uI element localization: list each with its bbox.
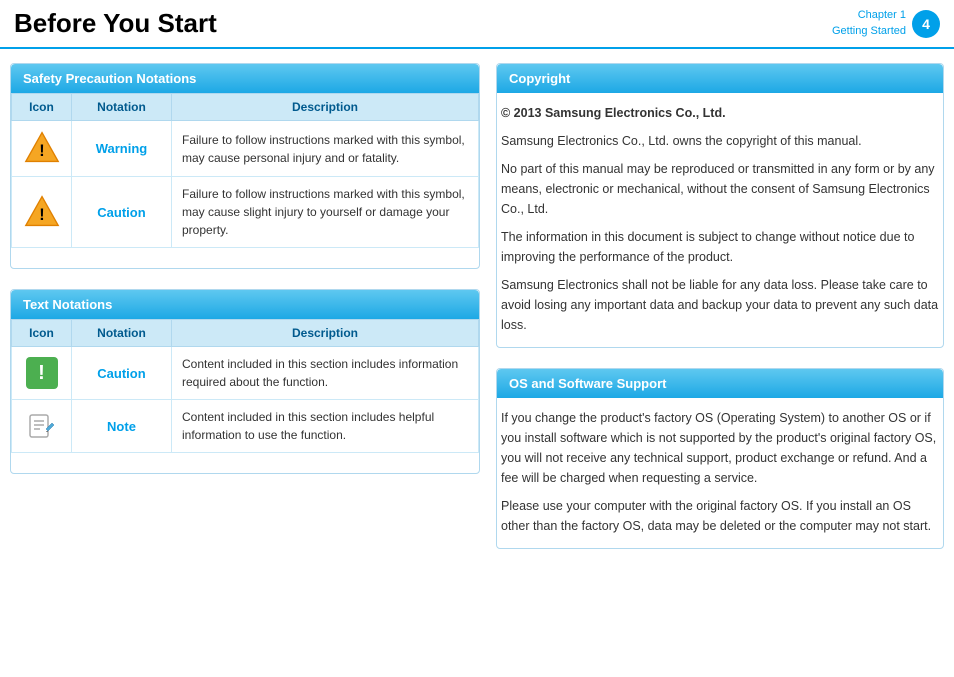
copyright-p3: The information in this document is subj… bbox=[501, 227, 939, 267]
text-section-body: Icon Notation Description ! Caution Cont… bbox=[11, 319, 479, 453]
safety-col-description: Description bbox=[172, 94, 479, 121]
svg-text:!: ! bbox=[39, 206, 44, 224]
caution-text-description: Content included in this section include… bbox=[172, 347, 479, 400]
safety-col-icon: Icon bbox=[12, 94, 72, 121]
safety-table: Icon Notation Description ! bbox=[11, 93, 479, 248]
chapter-info: Chapter 1 Getting Started bbox=[832, 8, 906, 39]
table-row: Note Content included in this section in… bbox=[12, 400, 479, 453]
caution-icon-cell: ! bbox=[12, 177, 72, 248]
note-pencil-icon bbox=[26, 409, 58, 441]
table-row: ! Caution Content included in this secti… bbox=[12, 347, 479, 400]
page-header: Before You Start Chapter 1 Getting Start… bbox=[0, 0, 954, 49]
os-section: OS and Software Support If you change th… bbox=[496, 368, 944, 549]
text-notations-section: Text Notations Icon Notation Description bbox=[10, 289, 480, 474]
safety-col-notation: Notation bbox=[72, 94, 172, 121]
warning-description: Failure to follow instructions marked wi… bbox=[172, 121, 479, 177]
warning-icon-cell: ! bbox=[12, 121, 72, 177]
safety-section-header: Safety Precaution Notations bbox=[11, 64, 479, 93]
note-description: Content included in this section include… bbox=[172, 400, 479, 453]
right-column: Copyright © 2013 Samsung Electronics Co.… bbox=[496, 63, 944, 569]
text-table: Icon Notation Description ! Caution Cont… bbox=[11, 319, 479, 453]
left-column: Safety Precaution Notations Icon Notatio… bbox=[10, 63, 480, 569]
copyright-section: Copyright © 2013 Samsung Electronics Co.… bbox=[496, 63, 944, 348]
os-p1: Please use your computer with the origin… bbox=[501, 496, 939, 536]
text-section-header: Text Notations bbox=[11, 290, 479, 319]
copyright-p0: © 2013 Samsung Electronics Co., Ltd. bbox=[501, 103, 939, 123]
safety-section-body: Icon Notation Description ! bbox=[11, 93, 479, 248]
copyright-p4: Samsung Electronics shall not be liable … bbox=[501, 275, 939, 335]
caution-description: Failure to follow instructions marked wi… bbox=[172, 177, 479, 248]
copyright-body: © 2013 Samsung Electronics Co., Ltd. Sam… bbox=[497, 93, 943, 347]
caution-text-notation: Caution bbox=[72, 347, 172, 400]
table-row: ! Warning Failure to follow instructions… bbox=[12, 121, 479, 177]
os-body: If you change the product's factory OS (… bbox=[497, 398, 943, 548]
caution-green-icon: ! bbox=[26, 357, 58, 389]
os-section-header: OS and Software Support bbox=[497, 369, 943, 398]
page-title: Before You Start bbox=[14, 8, 217, 39]
note-icon-cell bbox=[12, 400, 72, 453]
warning-notation: Warning bbox=[72, 121, 172, 177]
page-number-badge: 4 bbox=[912, 10, 940, 38]
caution-triangle-icon: ! bbox=[24, 193, 60, 229]
copyright-p2: No part of this manual may be reproduced… bbox=[501, 159, 939, 219]
caution-notation: Caution bbox=[72, 177, 172, 248]
safety-precaution-section: Safety Precaution Notations Icon Notatio… bbox=[10, 63, 480, 269]
caution-green-icon-cell: ! bbox=[12, 347, 72, 400]
text-col-description: Description bbox=[172, 320, 479, 347]
text-col-icon: Icon bbox=[12, 320, 72, 347]
header-right: Chapter 1 Getting Started 4 bbox=[832, 8, 940, 39]
note-notation: Note bbox=[72, 400, 172, 453]
table-row: ! Caution Failure to follow instructions… bbox=[12, 177, 479, 248]
warning-triangle-icon: ! bbox=[24, 129, 60, 165]
copyright-section-header: Copyright bbox=[497, 64, 943, 93]
main-content: Safety Precaution Notations Icon Notatio… bbox=[0, 49, 954, 583]
copyright-p1: Samsung Electronics Co., Ltd. owns the c… bbox=[501, 131, 939, 151]
svg-text:!: ! bbox=[39, 142, 44, 160]
os-p0: If you change the product's factory OS (… bbox=[501, 408, 939, 488]
text-col-notation: Notation bbox=[72, 320, 172, 347]
